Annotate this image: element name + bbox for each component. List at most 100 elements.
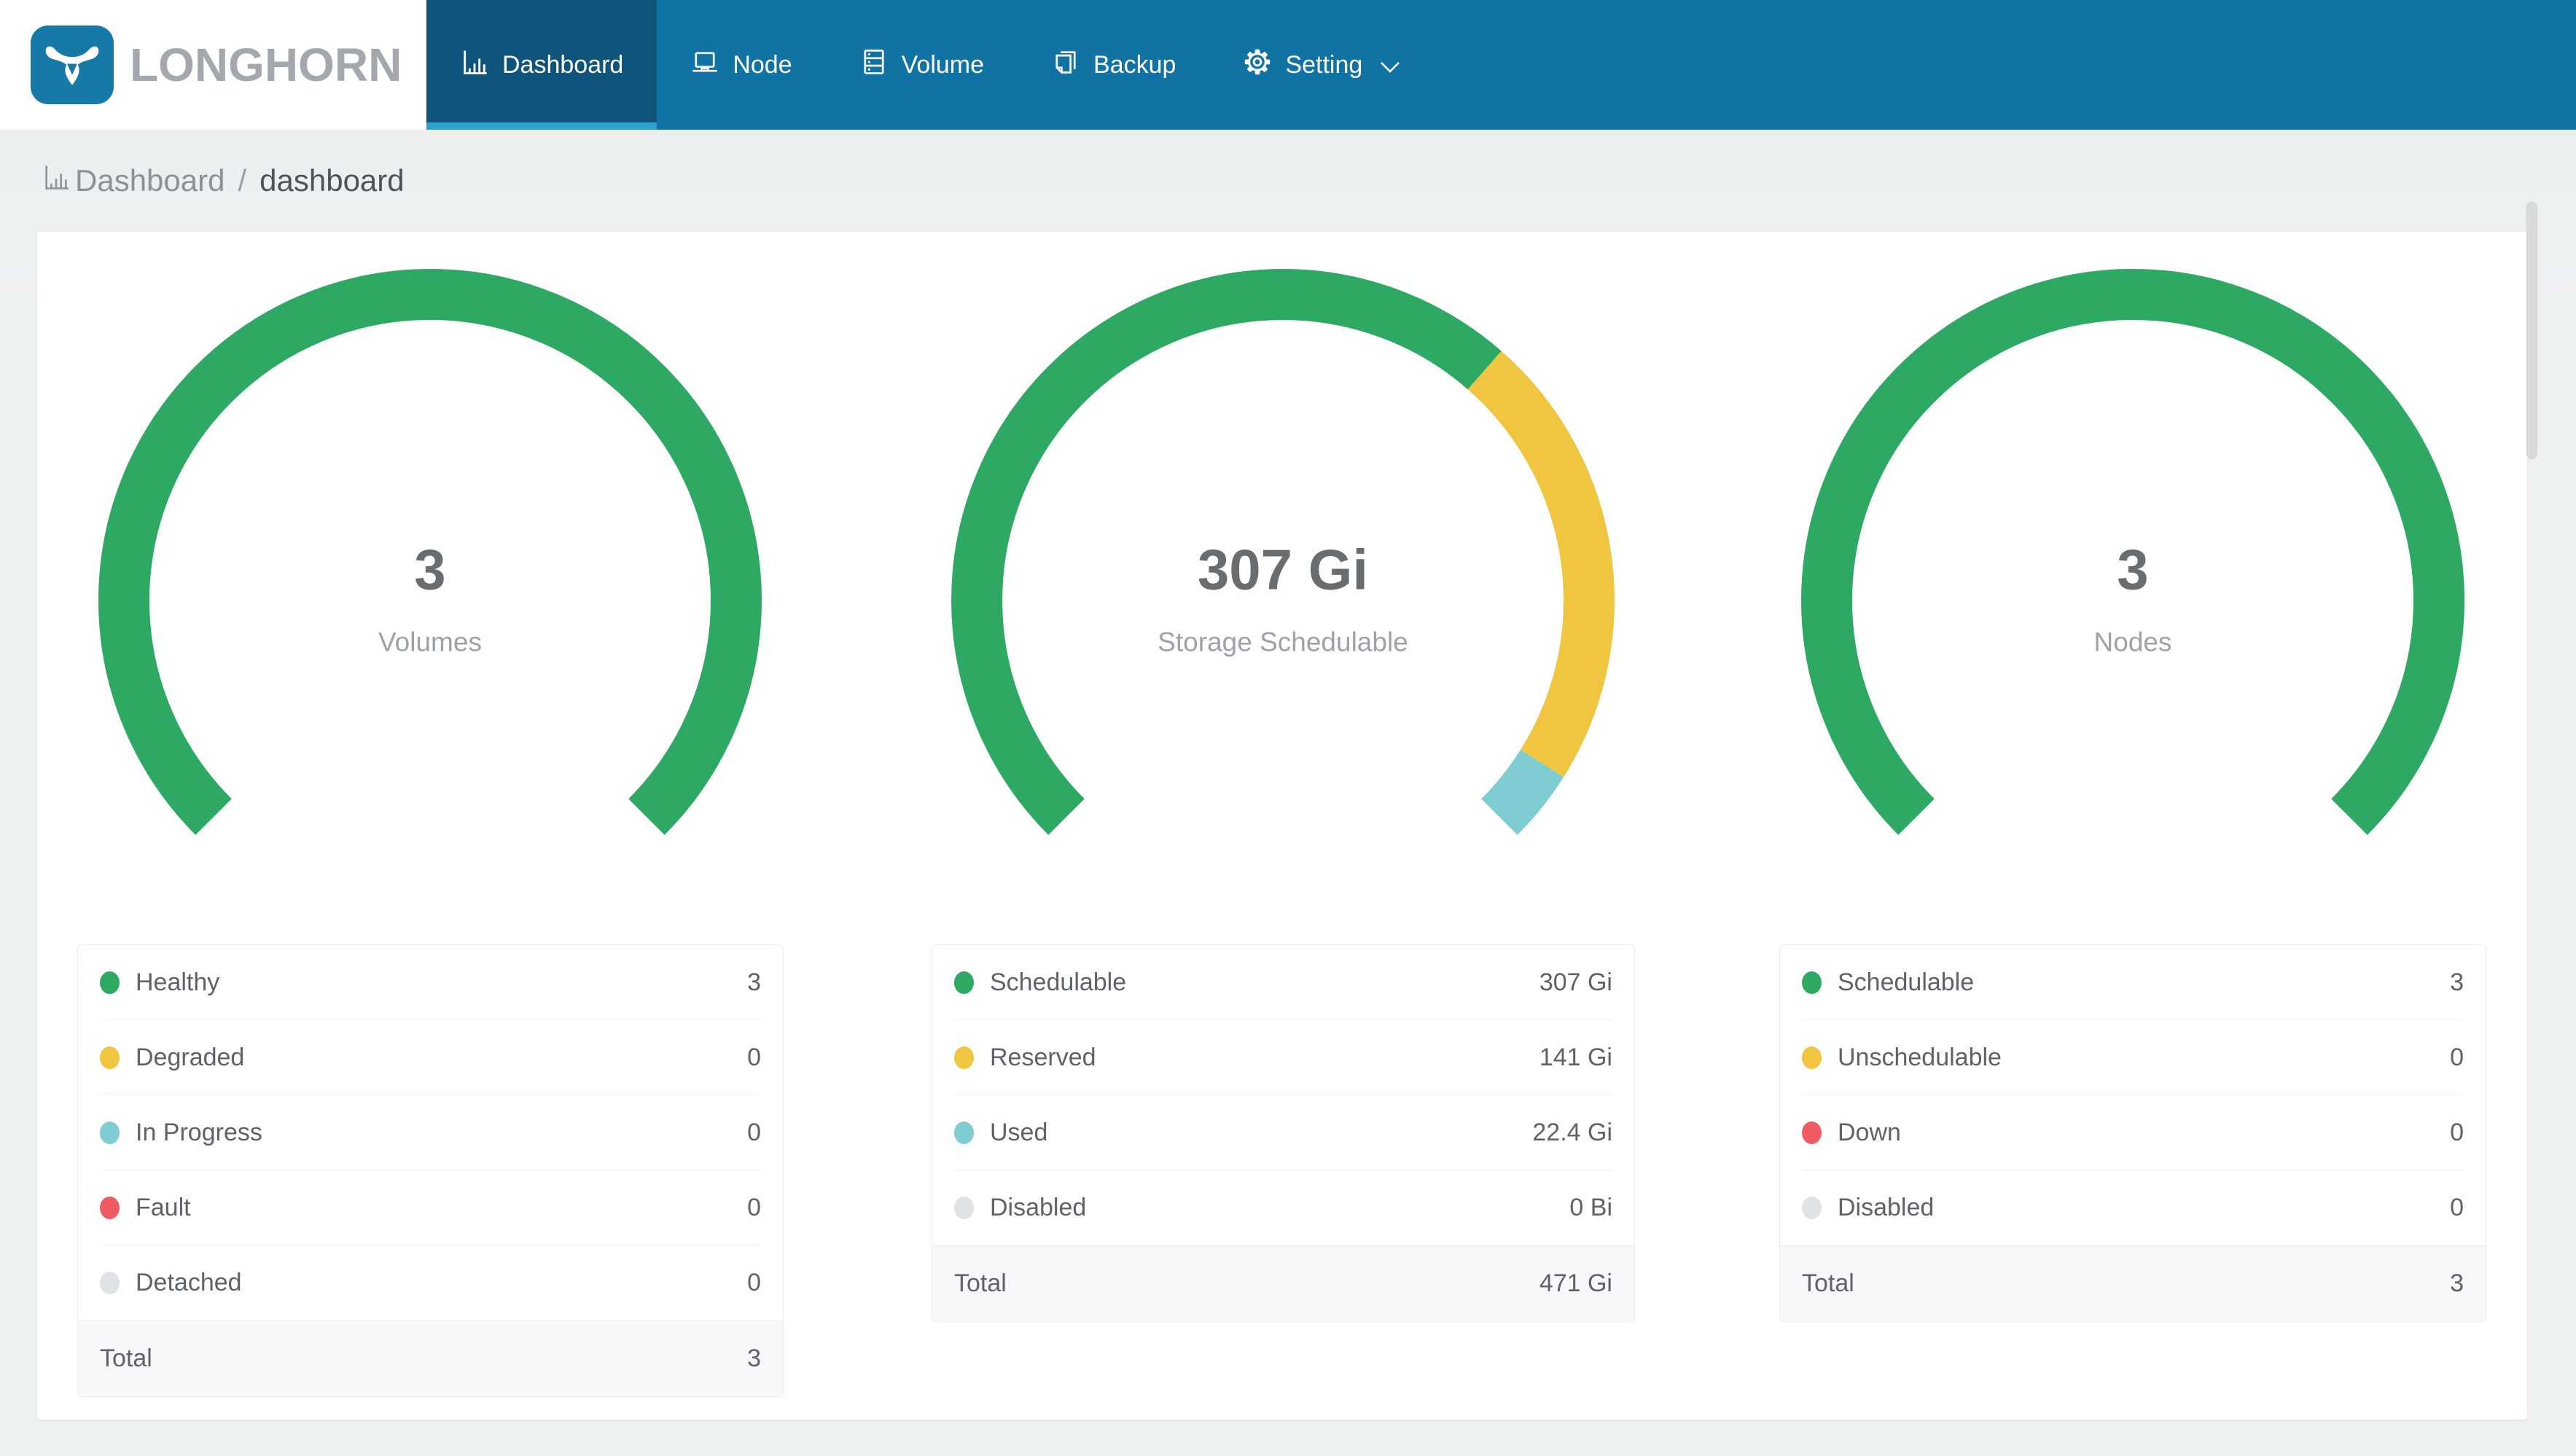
- legend-value: 0: [747, 1118, 761, 1146]
- main-nav: Dashboard Node Volume Backup Setting: [426, 0, 1434, 130]
- chevron-down-icon: [1380, 51, 1400, 79]
- legend-label: Unschedulable: [1838, 1043, 2002, 1071]
- legend-value: 141 Gi: [1539, 1043, 1612, 1071]
- total-label: Total: [954, 1269, 1007, 1297]
- dashboard-card: 3 Volumes 307 Gi Storage Schedulable 3 N…: [37, 232, 2527, 1420]
- nav-tab-setting[interactable]: (function(){var g=document.getElementByI…: [1209, 0, 1434, 130]
- legend-total-row: Total 3: [78, 1320, 783, 1396]
- breadcrumb: Dashboard / dashboard: [42, 130, 405, 232]
- legend-color-dot: [100, 1046, 120, 1069]
- legend-color-dot: [1802, 1197, 1822, 1219]
- legend-label: Reserved: [990, 1043, 1096, 1071]
- gauge-segment-schedulable: [1801, 268, 2464, 835]
- nodes-gauge: 3 Nodes: [1800, 268, 2465, 933]
- legend-value: 3: [2450, 968, 2464, 996]
- legend-color-dot: [100, 1196, 120, 1219]
- bar-chart-icon: [42, 163, 75, 199]
- legend-row-down: Down 0: [1802, 1095, 2464, 1170]
- legend-row-schedulable: Schedulable 307 Gi: [954, 945, 1612, 1020]
- legend-label: Healthy: [136, 968, 220, 996]
- server-icon: [859, 47, 889, 83]
- total-value: 3: [747, 1345, 761, 1372]
- legend-color-dot: [100, 1121, 120, 1144]
- legend-value: 0: [2450, 1194, 2464, 1221]
- legend-value: 0: [747, 1193, 761, 1221]
- legend-value: 3: [747, 968, 761, 996]
- nav-tab-label: Backup: [1093, 50, 1176, 79]
- legend-value: 0: [2450, 1118, 2464, 1146]
- nav-tab-dashboard[interactable]: Dashboard: [426, 0, 657, 130]
- legend-value: 0: [747, 1269, 761, 1296]
- legend-color-dot: [100, 971, 120, 994]
- legend-total-row: Total 3: [1780, 1245, 2486, 1321]
- legend-total-row: Total 471 Gi: [932, 1245, 1634, 1321]
- total-value: 3: [2450, 1269, 2464, 1297]
- legend-color-dot: [100, 1272, 120, 1294]
- legend-label: Degraded: [136, 1043, 245, 1071]
- legend-label: Detached: [136, 1269, 242, 1296]
- volumes-gauge: 3 Volumes: [98, 268, 762, 933]
- volumes-legend-table: Healthy 3 Degraded 0 In Progress 0 Fault 0 Detac…: [77, 944, 784, 1397]
- legend-row-degraded: Degraded 0: [100, 1020, 761, 1095]
- legend-value: 307 Gi: [1539, 968, 1612, 996]
- nav-tab-volume[interactable]: Volume: [826, 0, 1018, 130]
- gauge-segment-schedulable: [951, 269, 1502, 835]
- total-value: 471 Gi: [1539, 1269, 1612, 1297]
- copy-icon: [1051, 47, 1080, 83]
- legend-color-dot: [1802, 1046, 1822, 1069]
- legend-color-dot: [954, 1121, 974, 1144]
- bar-chart-icon: [460, 47, 489, 83]
- legend-value: 22.4 Gi: [1532, 1118, 1612, 1146]
- legend-label: Down: [1838, 1118, 1901, 1146]
- legend-row-healthy: Healthy 3: [100, 945, 761, 1020]
- legend-row-used: Used 22.4 Gi: [954, 1095, 1612, 1170]
- legend-label: Schedulable: [1838, 968, 1975, 996]
- legend-color-dot: [1802, 971, 1822, 994]
- gear-icon: (function(){var g=document.getElementByI…: [1243, 47, 1272, 83]
- nav-tab-label: Setting: [1285, 50, 1363, 79]
- gauge-segment-reserved: [1467, 351, 1615, 778]
- breadcrumb-current-page: dashboard: [259, 163, 405, 197]
- legend-label: Used: [990, 1118, 1048, 1146]
- nav-tab-label: Node: [733, 50, 792, 79]
- total-label: Total: [1802, 1269, 1854, 1297]
- legend-row-disabled: Disabled 0 Bi: [954, 1170, 1612, 1245]
- legend-row-reserved: Reserved 141 Gi: [954, 1020, 1612, 1095]
- legend-label: Disabled: [1838, 1194, 1935, 1221]
- storage-gauge: 307 Gi Storage Schedulable: [951, 268, 1615, 933]
- legend-row-disabled: Disabled 0: [1802, 1170, 2464, 1245]
- legend-label: Schedulable: [990, 968, 1127, 996]
- nav-tab-label: Volume: [901, 50, 985, 79]
- legend-value: 0 Bi: [1569, 1194, 1612, 1221]
- legend-color-dot: [954, 1046, 974, 1069]
- brand-logo[interactable]: LONGHORN: [0, 0, 426, 130]
- legend-row-fault: Fault 0: [100, 1170, 761, 1245]
- page: LONGHORN Dashboard Node Volume Backup Se…: [0, 0, 2576, 1456]
- legend-color-dot: [954, 1197, 974, 1219]
- legend-row-detached: Detached 0: [100, 1245, 761, 1320]
- laptop-icon: [690, 47, 719, 83]
- total-label: Total: [100, 1345, 152, 1372]
- nav-tab-backup[interactable]: Backup: [1018, 0, 1209, 130]
- legend-row-in-progress: In Progress 0: [100, 1095, 761, 1170]
- gauge-segment-used: [1480, 749, 1564, 835]
- top-nav-bar: LONGHORN Dashboard Node Volume Backup Se…: [0, 0, 2576, 130]
- legend-value: 0: [747, 1043, 761, 1071]
- breadcrumb-separator: /: [238, 163, 247, 197]
- legend-label: In Progress: [136, 1118, 262, 1146]
- vertical-scrollbar-thumb[interactable]: [2526, 202, 2537, 459]
- nav-tab-node[interactable]: Node: [657, 0, 825, 130]
- legend-value: 0: [2450, 1043, 2464, 1071]
- nav-tab-label: Dashboard: [502, 50, 624, 79]
- breadcrumb-section[interactable]: Dashboard: [75, 163, 225, 198]
- nodes-legend-table: Schedulable 3 Unschedulable 0 Down 0 Disabled 0…: [1779, 944, 2486, 1322]
- legend-color-dot: [1802, 1121, 1822, 1144]
- brand-name: LONGHORN: [130, 39, 402, 91]
- legend-label: Disabled: [990, 1194, 1087, 1221]
- gauge-segment-healthy: [98, 268, 762, 835]
- legend-row-unschedulable: Unschedulable 0: [1802, 1020, 2464, 1095]
- legend-label: Fault: [136, 1193, 191, 1221]
- legend-color-dot: [954, 971, 974, 994]
- bull-icon: [31, 26, 114, 104]
- legend-row-schedulable: Schedulable 3: [1802, 945, 2464, 1020]
